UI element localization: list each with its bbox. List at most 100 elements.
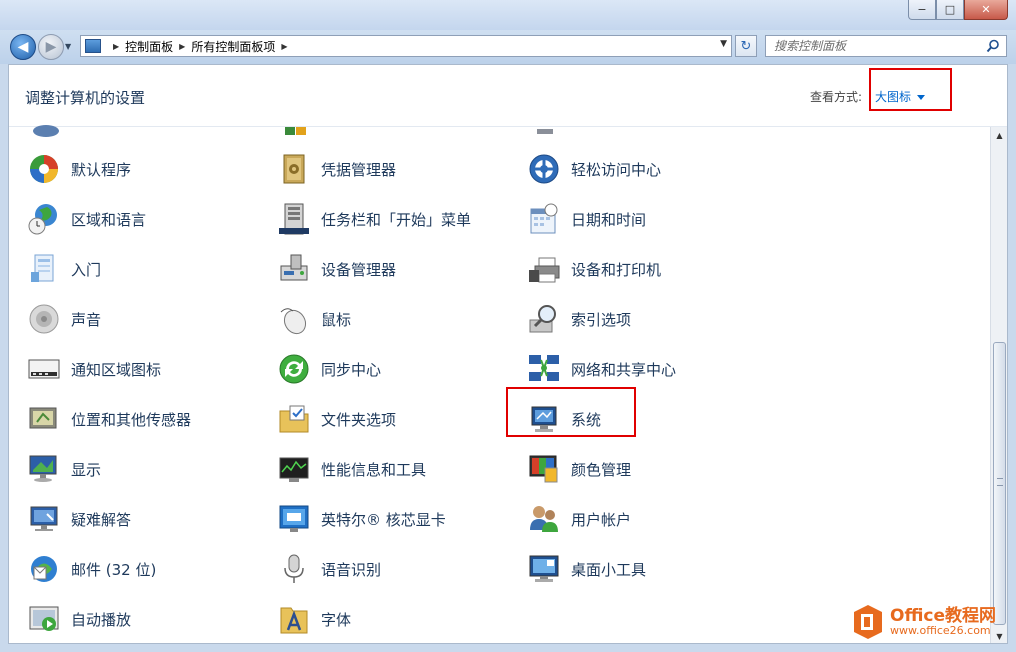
item-mail[interactable]: 邮件 (32 位) xyxy=(27,549,156,589)
partial-item-icon xyxy=(33,125,59,137)
item-label[interactable]: 性能信息和工具 xyxy=(321,459,426,480)
item-credential-manager[interactable]: 凭据管理器 xyxy=(277,149,396,189)
color-management-icon xyxy=(529,455,558,483)
item-label[interactable]: 鼠标 xyxy=(321,309,351,330)
caption-buttons: − □ ✕ xyxy=(908,0,1008,20)
minimize-button[interactable]: − xyxy=(908,0,936,20)
item-label[interactable]: 自动播放 xyxy=(71,609,131,630)
item-label[interactable]: 显示 xyxy=(71,459,101,480)
item-label[interactable]: 同步中心 xyxy=(321,359,381,380)
item-getting-started[interactable]: 入门 xyxy=(27,249,101,289)
ease-of-access-icon xyxy=(529,154,559,184)
item-label[interactable]: 用户帐户 xyxy=(571,509,631,530)
item-devices-printers[interactable]: 设备和打印机 xyxy=(527,249,661,289)
item-color-management[interactable]: 颜色管理 xyxy=(527,449,631,489)
item-fonts[interactable]: 字体 xyxy=(277,599,351,639)
item-location-sensors[interactable]: 位置和其他传感器 xyxy=(27,399,191,439)
item-sound[interactable]: 声音 xyxy=(27,299,101,339)
arrow-left-icon: ◀ xyxy=(17,39,29,55)
breadcrumb-control-panel[interactable]: 控制面板 xyxy=(125,38,173,55)
control-panel-icon xyxy=(85,39,101,53)
content-header: 调整计算机的设置 查看方式: 大图标 xyxy=(9,65,1007,127)
item-folder-options[interactable]: 文件夹选项 xyxy=(277,399,396,439)
address-bar[interactable]: ▶ 控制面板 ▶ 所有控制面板项 ▶ ▼ xyxy=(80,35,732,57)
vault-icon xyxy=(283,154,305,184)
item-notification-icons[interactable]: 通知区域图标 xyxy=(27,349,161,389)
item-label[interactable]: 声音 xyxy=(71,309,101,330)
mouse-icon xyxy=(280,308,307,335)
scrollbar-thumb[interactable] xyxy=(993,342,1006,625)
item-troubleshooting[interactable]: 疑难解答 xyxy=(27,499,131,539)
intel-graphics-icon xyxy=(279,505,309,532)
search-icon[interactable] xyxy=(986,39,1000,53)
partial-item-icon xyxy=(285,127,306,135)
item-user-accounts[interactable]: 用户帐户 xyxy=(527,499,631,539)
item-label[interactable]: 邮件 (32 位) xyxy=(71,559,156,580)
watermark-url: www.office26.com xyxy=(890,624,991,637)
refresh-button[interactable]: ↻ xyxy=(735,35,757,57)
item-label[interactable]: 网络和共享中心 xyxy=(571,359,676,380)
partial-item-icon xyxy=(537,129,553,134)
refresh-icon: ↻ xyxy=(740,38,752,54)
item-speech-recognition[interactable]: 语音识别 xyxy=(277,549,381,589)
display-icon xyxy=(29,455,57,482)
microphone-icon xyxy=(284,554,304,583)
item-desktop-gadgets[interactable]: 桌面小工具 xyxy=(527,549,646,589)
item-label[interactable]: 设备和打印机 xyxy=(571,259,661,280)
maximize-button[interactable]: □ xyxy=(936,0,964,20)
item-label[interactable]: 桌面小工具 xyxy=(571,559,646,580)
item-label[interactable]: 索引选项 xyxy=(571,309,631,330)
item-region-language[interactable]: 区域和语言 xyxy=(27,199,146,239)
item-label[interactable]: 文件夹选项 xyxy=(321,409,396,430)
item-label[interactable]: 默认程序 xyxy=(71,159,131,180)
item-label[interactable]: 任务栏和「开始」菜单 xyxy=(321,209,471,230)
grip-icon xyxy=(997,478,1003,486)
troubleshooting-icon xyxy=(30,506,58,531)
item-indexing-options[interactable]: 索引选项 xyxy=(527,299,631,339)
item-autoplay[interactable]: 自动播放 xyxy=(27,599,131,639)
item-date-time[interactable]: 日期和时间 xyxy=(527,199,646,239)
search-box[interactable] xyxy=(765,35,1007,57)
indexing-icon xyxy=(529,305,556,333)
taskbar-icon xyxy=(279,203,309,235)
item-ease-of-access[interactable]: 轻松访问中心 xyxy=(527,149,661,189)
item-default-programs[interactable]: 默认程序 xyxy=(27,149,131,189)
chevron-right-icon[interactable]: ▶ xyxy=(179,42,185,51)
printer-icon xyxy=(529,257,560,283)
item-display[interactable]: 显示 xyxy=(27,449,101,489)
calendar-clock-icon xyxy=(530,203,558,234)
item-label[interactable]: 轻松访问中心 xyxy=(571,159,661,180)
item-label[interactable]: 颜色管理 xyxy=(571,459,631,480)
breadcrumb-all-items[interactable]: 所有控制面板项 xyxy=(191,38,275,55)
item-label[interactable]: 位置和其他传感器 xyxy=(71,409,191,430)
scroll-up-icon[interactable]: ▲ xyxy=(991,127,1007,144)
highlight-box-system xyxy=(506,387,636,437)
item-device-manager[interactable]: 设备管理器 xyxy=(277,249,396,289)
forward-button[interactable]: ▶ xyxy=(38,34,64,60)
item-network-sharing[interactable]: 网络和共享中心 xyxy=(527,349,676,389)
recent-pages-dropdown[interactable]: ▼ xyxy=(65,42,71,51)
close-button[interactable]: ✕ xyxy=(964,0,1008,20)
item-label[interactable]: 入门 xyxy=(71,259,101,280)
vertical-scrollbar[interactable]: ▲ ▼ xyxy=(990,127,1007,643)
item-label[interactable]: 区域和语言 xyxy=(71,209,146,230)
item-label[interactable]: 英特尔® 核芯显卡 xyxy=(321,509,446,530)
item-label[interactable]: 设备管理器 xyxy=(321,259,396,280)
search-input[interactable] xyxy=(774,39,974,53)
address-dropdown-icon[interactable]: ▼ xyxy=(720,39,727,49)
device-manager-icon xyxy=(280,254,308,281)
item-intel-graphics[interactable]: 英特尔® 核芯显卡 xyxy=(277,499,446,539)
item-label[interactable]: 日期和时间 xyxy=(571,209,646,230)
item-label[interactable]: 疑难解答 xyxy=(71,509,131,530)
item-label[interactable]: 字体 xyxy=(321,609,351,630)
chevron-right-icon[interactable]: ▶ xyxy=(281,42,287,51)
item-performance[interactable]: 性能信息和工具 xyxy=(277,449,426,489)
item-label[interactable]: 通知区域图标 xyxy=(71,359,161,380)
item-sync-center[interactable]: 同步中心 xyxy=(277,349,381,389)
item-taskbar-start-menu[interactable]: 任务栏和「开始」菜单 xyxy=(277,199,471,239)
item-label[interactable]: 语音识别 xyxy=(321,559,381,580)
item-label[interactable]: 凭据管理器 xyxy=(321,159,396,180)
chevron-right-icon[interactable]: ▶ xyxy=(113,42,119,51)
item-mouse[interactable]: 鼠标 xyxy=(277,299,351,339)
back-button[interactable]: ◀ xyxy=(10,34,36,60)
